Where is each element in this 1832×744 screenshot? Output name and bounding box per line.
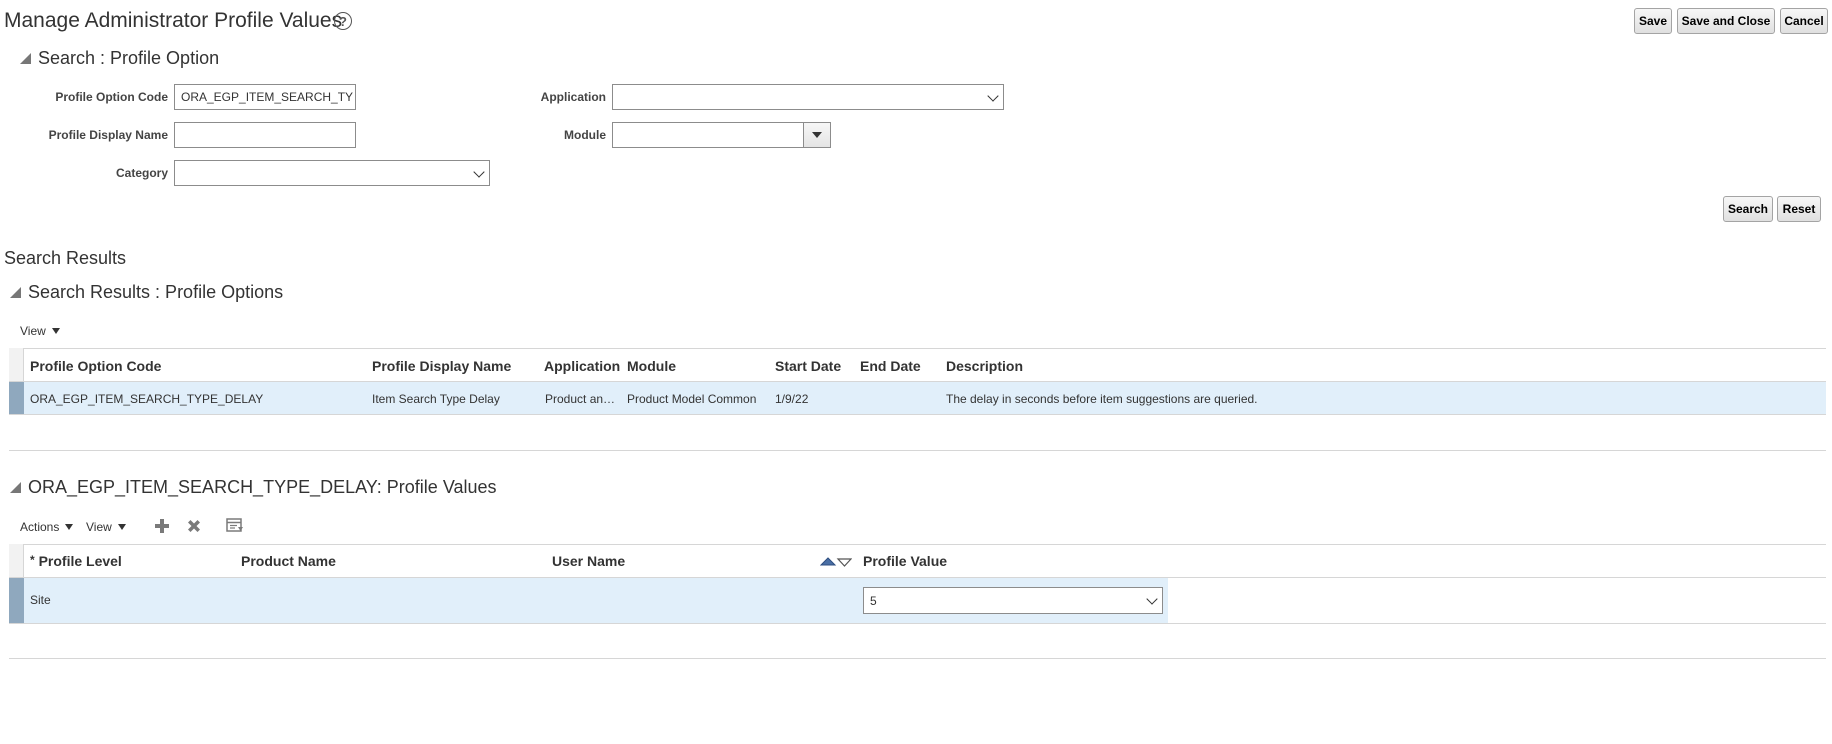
divider	[9, 450, 1826, 451]
search-button[interactable]: Search	[1723, 196, 1773, 222]
results-section-title: Search Results : Profile Options	[28, 282, 284, 302]
col-module[interactable]: Module	[627, 358, 676, 374]
chevron-down-icon	[65, 524, 74, 530]
cell-application: Product an…	[545, 392, 616, 406]
chevron-down-icon	[117, 524, 126, 530]
sort-icon[interactable]	[819, 555, 853, 569]
col-description[interactable]: Description	[946, 358, 1023, 374]
cell-module: Product Model Common	[627, 392, 757, 406]
col-profile-option-code[interactable]: Profile Option Code	[30, 358, 161, 374]
col-profile-value[interactable]: Profile Value	[863, 553, 947, 569]
profile-display-name-input[interactable]	[174, 122, 356, 148]
chevron-down-icon	[51, 328, 60, 334]
search-results-heading: Search Results	[4, 248, 127, 268]
table-row[interactable]: ORA_EGP_ITEM_SEARCH_TYPE_DELAY Item Sear…	[9, 382, 1826, 414]
chevron-down-icon	[987, 90, 999, 102]
reset-button[interactable]: Reset	[1777, 196, 1821, 222]
module-label: Module	[564, 128, 606, 142]
cell-description: The delay in seconds before item suggest…	[946, 392, 1258, 406]
application-label: Application	[540, 90, 606, 104]
values-section-title: ORA_EGP_ITEM_SEARCH_TYPE_DELAY: Profile …	[28, 477, 497, 497]
divider	[9, 544, 1826, 545]
actions-label: Actions	[20, 520, 60, 534]
module-input[interactable]	[612, 122, 804, 148]
profile-value-select[interactable]: 5	[863, 587, 1163, 614]
values-view-menu[interactable]: View	[86, 520, 126, 534]
help-circle-icon[interactable]: ?	[334, 12, 352, 30]
row-selector[interactable]	[9, 578, 24, 623]
results-view-menu[interactable]: View	[20, 324, 60, 338]
category-label: Category	[115, 166, 168, 180]
save-and-close-button[interactable]: Save and Close	[1677, 8, 1775, 34]
col-product-name[interactable]: Product Name	[241, 553, 336, 569]
chevron-down-icon	[1146, 593, 1158, 605]
collapse-search-icon[interactable]	[20, 53, 31, 64]
chevron-down-icon	[473, 166, 485, 178]
add-icon[interactable]	[154, 518, 170, 534]
cell-profile-display-name: Item Search Type Delay	[372, 392, 500, 406]
freeze-columns-icon[interactable]	[226, 518, 244, 534]
values-view-label: View	[86, 520, 112, 534]
cell-profile-level: Site	[30, 593, 51, 607]
required-marker: *	[30, 553, 35, 567]
profile-option-code-value: ORA_EGP_ITEM_SEARCH_TY	[181, 90, 354, 104]
category-select[interactable]	[174, 160, 490, 186]
profile-value: 5	[870, 593, 877, 608]
divider	[9, 658, 1826, 659]
col-start-date[interactable]: Start Date	[775, 358, 841, 374]
profile-option-code-input[interactable]: ORA_EGP_ITEM_SEARCH_TY	[174, 84, 356, 110]
col-profile-level[interactable]: * Profile Level	[30, 553, 122, 569]
profile-display-name-label: Profile Display Name	[48, 128, 168, 142]
col-end-date[interactable]: End Date	[860, 358, 921, 374]
table-row[interactable]: Site 5	[9, 578, 1168, 623]
row-selector[interactable]	[9, 382, 24, 414]
delete-icon[interactable]	[186, 518, 202, 534]
application-select[interactable]	[612, 84, 1004, 110]
dropdown-arrow-icon	[812, 132, 822, 138]
cell-start-date: 1/9/22	[775, 392, 809, 406]
col-profile-level-label: Profile Level	[38, 553, 122, 569]
module-dropdown-button[interactable]	[803, 122, 831, 148]
profile-option-code-label: Profile Option Code	[55, 90, 168, 104]
col-application[interactable]: Application	[544, 358, 620, 374]
col-profile-display-name[interactable]: Profile Display Name	[372, 358, 511, 374]
collapse-values-icon[interactable]	[10, 482, 21, 493]
divider	[9, 348, 1826, 349]
divider	[9, 414, 1826, 415]
actions-menu[interactable]: Actions	[20, 520, 74, 534]
col-user-name[interactable]: User Name	[552, 553, 625, 569]
divider	[9, 623, 1826, 624]
cell-profile-option-code: ORA_EGP_ITEM_SEARCH_TYPE_DELAY	[30, 392, 264, 406]
results-view-label: View	[20, 324, 46, 338]
save-button[interactable]: Save	[1634, 8, 1672, 34]
cancel-button[interactable]: Cancel	[1780, 8, 1828, 34]
collapse-results-icon[interactable]	[10, 287, 21, 298]
search-section-title: Search : Profile Option	[38, 48, 220, 68]
page-title: Manage Administrator Profile Values	[4, 9, 343, 32]
